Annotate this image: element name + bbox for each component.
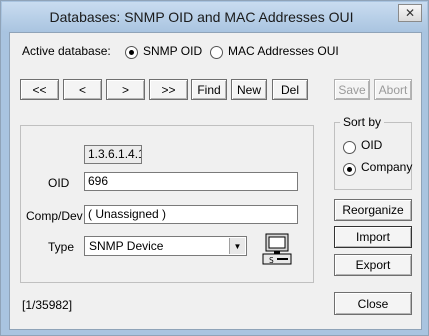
oid-prefix-field: 1.3.6.1.4.1. [84, 145, 142, 164]
reorganize-button[interactable]: Reorganize [334, 199, 412, 221]
close-icon: ✕ [404, 6, 416, 20]
dialog-body: Active database: SNMP OID MAC Addresses … [9, 32, 422, 330]
comp-dev-input[interactable]: ( Unassigned ) [84, 205, 298, 224]
radio-sort-oid-label[interactable]: OID [361, 138, 382, 152]
chevron-down-icon[interactable]: ▼ [229, 238, 245, 254]
close-button[interactable]: Close [334, 292, 412, 315]
previous-record-button[interactable]: < [63, 79, 102, 100]
radio-snmp-oid[interactable] [125, 46, 138, 59]
radio-mac-oui-label[interactable]: MAC Addresses OUI [228, 44, 339, 58]
sort-by-title: Sort by [340, 115, 385, 129]
dialog-window: Databases: SNMP OID and MAC Addresses OU… [0, 0, 429, 336]
radio-sort-oid[interactable] [343, 141, 356, 154]
oid-input[interactable]: 696 [84, 172, 298, 191]
delete-button[interactable]: Del [272, 79, 308, 100]
export-button[interactable]: Export [334, 254, 412, 276]
close-window-button[interactable]: ✕ [398, 4, 422, 22]
type-label: Type [48, 240, 75, 254]
first-record-button[interactable]: << [20, 79, 59, 100]
computer-icon: S [262, 233, 292, 265]
radio-snmp-oid-label[interactable]: SNMP OID [143, 44, 202, 58]
oid-label: OID [48, 176, 70, 190]
import-button[interactable]: Import [334, 226, 412, 248]
sort-by-group [334, 122, 412, 190]
last-record-button[interactable]: >> [149, 79, 188, 100]
window-title: Databases: SNMP OID and MAC Addresses OU… [49, 9, 354, 25]
radio-sort-company-label[interactable]: Company [361, 160, 412, 174]
type-select-value: SNMP Device [89, 239, 164, 253]
new-button[interactable]: New [231, 79, 267, 100]
radio-mac-oui[interactable] [210, 46, 223, 59]
radio-sort-company[interactable] [343, 163, 356, 176]
type-select[interactable]: SNMP Device ▼ [84, 236, 247, 256]
abort-button[interactable]: Abort [374, 79, 412, 100]
comp-dev-label: Comp/Dev [26, 209, 83, 223]
record-position-status: [1/35982] [22, 298, 73, 312]
svg-text:S: S [269, 256, 274, 265]
find-button[interactable]: Find [191, 79, 227, 100]
title-bar: Databases: SNMP OID and MAC Addresses OU… [2, 2, 427, 32]
save-button[interactable]: Save [334, 79, 370, 100]
active-database-label: Active database: [22, 44, 111, 58]
next-record-button[interactable]: > [106, 79, 145, 100]
